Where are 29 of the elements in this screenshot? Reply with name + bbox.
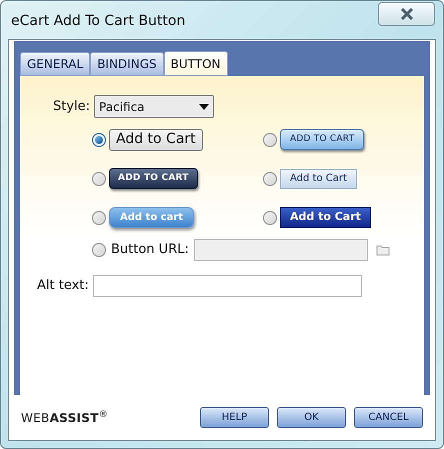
radio-button[interactable]	[263, 172, 277, 186]
button-style-preview[interactable]: ADD TO CART	[109, 168, 198, 189]
folder-icon[interactable]	[376, 244, 390, 256]
alt-text-field[interactable]	[92, 275, 362, 297]
tab[interactable]: GENERAL	[20, 52, 90, 76]
dialog-button[interactable]: CANCEL	[354, 407, 423, 428]
radio-button[interactable]	[263, 132, 277, 146]
alt-text-label: Alt text:	[37, 277, 89, 296]
tab[interactable]: BINDINGS	[90, 52, 164, 76]
window-title: eCart Add To Cart Button	[11, 12, 186, 31]
radio-button[interactable]	[92, 172, 106, 186]
close-button[interactable]	[378, 2, 435, 26]
button-style-preview[interactable]: Add to Cart	[280, 168, 357, 188]
radio-button[interactable]	[92, 210, 106, 224]
style-dropdown[interactable]: Pacifica	[94, 95, 214, 118]
tab[interactable]: BUTTON	[164, 51, 228, 76]
button-style-preview[interactable]: Add to Cart	[109, 128, 203, 150]
radio-button[interactable]	[263, 210, 277, 224]
radio-button[interactable]	[92, 242, 106, 256]
dialog-button[interactable]: HELP	[200, 407, 269, 428]
dialog-button[interactable]: OK	[277, 407, 346, 428]
radio-button[interactable]	[92, 132, 106, 146]
close-icon	[400, 8, 414, 20]
button-url-label: Button URL:	[111, 240, 189, 259]
dropdown-arrow-icon	[199, 104, 210, 110]
button-style-preview[interactable]: ADD TO CART	[280, 129, 364, 150]
style-label: Style:	[53, 98, 90, 116]
button-style-preview[interactable]: Add to Cart	[280, 207, 371, 228]
webassist-logo: WEBASSIST$^{®}$	[21, 409, 108, 426]
